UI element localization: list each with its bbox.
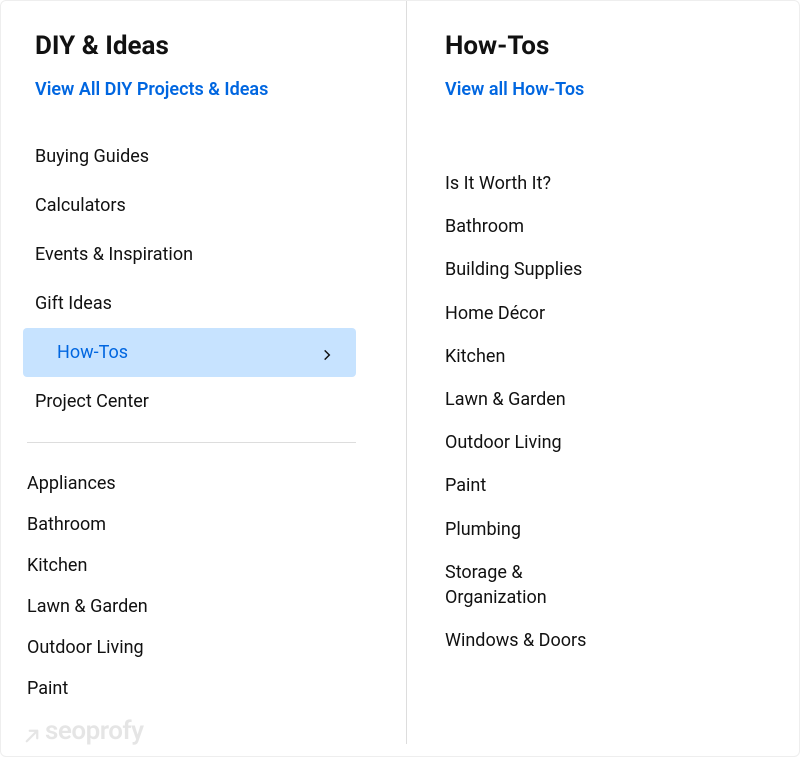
menu-item-label: Bathroom: [445, 214, 524, 239]
watermark-text: seoprofy: [45, 716, 144, 746]
menu-item-label: Gift Ideas: [35, 293, 112, 314]
primary-menu-item[interactable]: Project Center: [1, 377, 356, 426]
howtos-menu-item[interactable]: Plumbing: [445, 508, 625, 551]
left-panel-title: DIY & Ideas: [1, 31, 406, 61]
howtos-menu-item[interactable]: Paint: [445, 464, 625, 507]
howtos-list: Is It Worth It? Bathroom Building Supplies…: [445, 162, 769, 662]
right-panel: How-Tos View all How-Tos Is It Worth It?…: [406, 1, 799, 744]
secondary-menu-item[interactable]: Kitchen: [27, 545, 406, 586]
left-panel: DIY & Ideas View All DIY Projects & Idea…: [1, 1, 406, 756]
menu-item-label: Windows & Doors: [445, 628, 586, 653]
howtos-menu-item[interactable]: Kitchen: [445, 335, 625, 378]
menu-item-label: Outdoor Living: [27, 637, 144, 658]
menu-item-label: Events & Inspiration: [35, 244, 193, 265]
arrow-up-right-icon: [23, 722, 41, 740]
menu-item-label: Outdoor Living: [445, 430, 562, 455]
howtos-menu-item[interactable]: Home Décor: [445, 292, 625, 335]
primary-menu-item[interactable]: Events & Inspiration: [1, 230, 356, 279]
howtos-menu-item[interactable]: Bathroom: [445, 205, 625, 248]
howtos-menu-item[interactable]: Lawn & Garden: [445, 378, 625, 421]
view-all-howtos-link[interactable]: View all How-Tos: [445, 79, 584, 100]
menu-item-label: Lawn & Garden: [445, 387, 566, 412]
secondary-menu-item[interactable]: Appliances: [27, 463, 406, 504]
menu-item-label: Calculators: [35, 195, 126, 216]
primary-menu-item[interactable]: How-Tos: [23, 328, 356, 377]
primary-menu-item[interactable]: Calculators: [1, 181, 356, 230]
howtos-menu-item[interactable]: Windows & Doors: [445, 619, 625, 662]
menu-item-label: Building Supplies: [445, 257, 582, 282]
mega-menu-container: DIY & Ideas View All DIY Projects & Idea…: [0, 0, 800, 757]
menu-item-label: Home Décor: [445, 301, 545, 326]
menu-item-label: How-Tos: [57, 342, 128, 363]
right-panel-title: How-Tos: [445, 31, 769, 61]
view-all-diy-link[interactable]: View All DIY Projects & Ideas: [1, 79, 268, 100]
menu-item-label: Is It Worth It?: [445, 171, 551, 196]
primary-menu-item[interactable]: Buying Guides: [1, 132, 356, 181]
menu-item-label: Lawn & Garden: [27, 596, 148, 617]
menu-item-label: Plumbing: [445, 517, 521, 542]
primary-menu-item[interactable]: Gift Ideas: [1, 279, 356, 328]
menu-item-label: Bathroom: [27, 514, 106, 535]
secondary-menu-list: Appliances Bathroom Kitchen Lawn & Garden Ou…: [1, 463, 406, 709]
section-divider: [27, 442, 356, 443]
secondary-menu-item[interactable]: Outdoor Living: [27, 627, 406, 668]
howtos-menu-item[interactable]: Building Supplies: [445, 248, 625, 291]
menu-item-label: Storage & Organization: [445, 560, 625, 610]
howtos-menu-item[interactable]: Outdoor Living: [445, 421, 625, 464]
menu-item-label: Buying Guides: [35, 146, 149, 167]
howtos-menu-item[interactable]: Storage & Organization: [445, 551, 625, 619]
watermark: seoprofy: [23, 716, 144, 746]
secondary-menu-item[interactable]: Paint: [27, 668, 406, 709]
chevron-right-icon: [320, 346, 334, 360]
menu-item-label: Project Center: [35, 391, 149, 412]
menu-item-label: Appliances: [27, 473, 116, 494]
menu-item-label: Kitchen: [445, 344, 505, 369]
menu-item-label: Paint: [27, 678, 68, 699]
menu-item-label: Paint: [445, 473, 486, 498]
menu-item-label: Kitchen: [27, 555, 87, 576]
secondary-menu-item[interactable]: Bathroom: [27, 504, 406, 545]
secondary-menu-item[interactable]: Lawn & Garden: [27, 586, 406, 627]
howtos-menu-item[interactable]: Is It Worth It?: [445, 162, 625, 205]
primary-menu-list: Buying Guides Calculators Events & Inspira…: [1, 132, 406, 426]
